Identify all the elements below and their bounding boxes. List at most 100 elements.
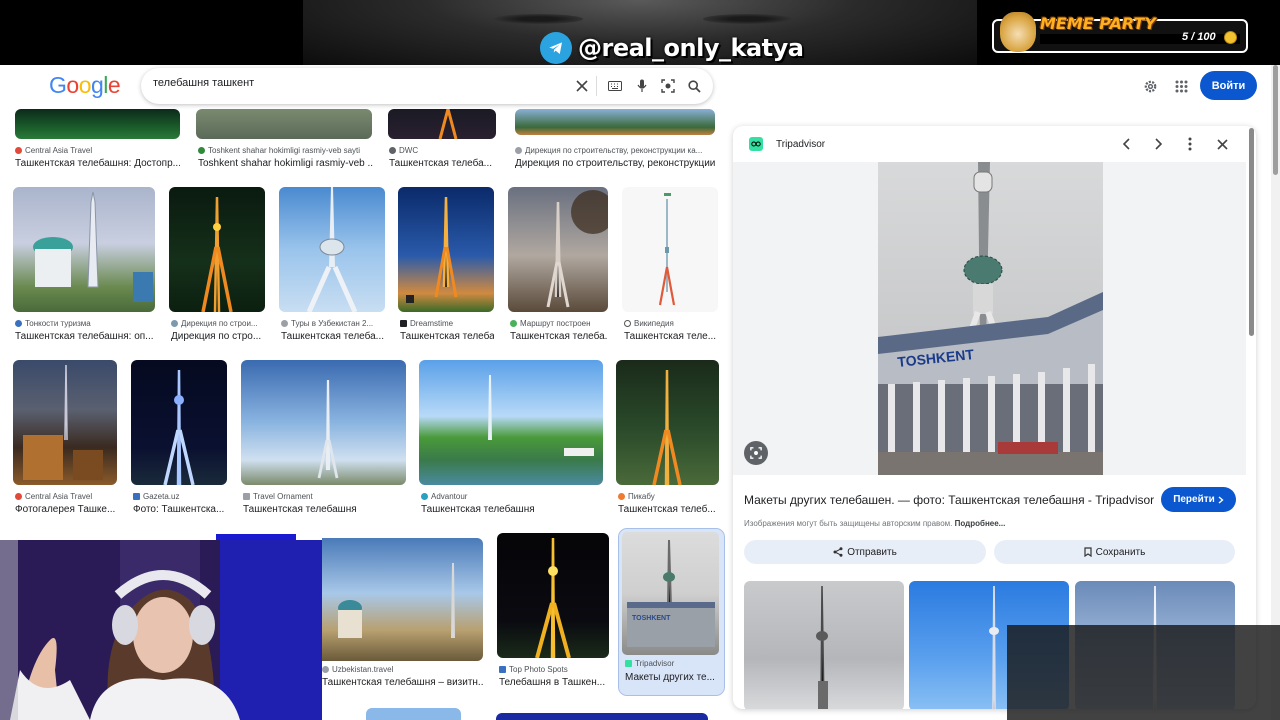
image-result[interactable] <box>419 360 603 485</box>
image-result[interactable] <box>15 109 180 139</box>
related-image[interactable] <box>744 581 904 709</box>
image-result[interactable] <box>196 109 372 139</box>
result-caption[interactable]: Toshkent shahar hokimligi rasmiy-veb ... <box>198 158 374 169</box>
goto-button[interactable]: Перейти <box>1161 487 1236 512</box>
result-caption[interactable]: Ташкентская телебашня <box>421 504 603 515</box>
result-source[interactable]: Gazeta.uz <box>133 492 227 501</box>
dark-overlay <box>1007 625 1280 720</box>
logo-letter: o <box>66 72 79 98</box>
result-source[interactable]: Advantour <box>421 492 603 501</box>
image-result[interactable] <box>13 187 155 312</box>
result-source[interactable]: Dreamstime <box>400 319 494 328</box>
result-source[interactable]: Маршрут построен <box>510 319 610 328</box>
result-caption[interactable]: Ташкентская телебашня – визитн... <box>322 677 483 688</box>
result-source[interactable]: Central Asia Travel <box>15 146 180 155</box>
chevron-right-icon[interactable] <box>1149 135 1167 153</box>
result-source[interactable]: Travel Ornament <box>243 492 406 501</box>
apps-icon[interactable] <box>1172 77 1190 95</box>
search-divider <box>596 76 597 96</box>
clear-icon[interactable] <box>573 77 591 95</box>
coin-icon <box>1224 31 1237 44</box>
image-result[interactable] <box>496 713 708 720</box>
lens-search-button[interactable] <box>744 441 768 465</box>
result-caption[interactable]: Фото: Ташкентска... <box>133 504 227 515</box>
chevron-right-icon <box>1218 495 1224 504</box>
keyboard-icon[interactable] <box>606 77 624 95</box>
result-source[interactable]: Пикабу <box>618 492 719 501</box>
result-caption[interactable]: Ташкентская телебашня: оп... <box>15 331 155 342</box>
result-caption[interactable]: Ташкентская телеба... <box>281 331 385 342</box>
copyright-notice: Изображения могут быть защищены авторски… <box>744 519 1005 528</box>
result-caption[interactable]: Ташкентская телебашня: Достопр... <box>15 158 180 169</box>
google-logo[interactable]: Google <box>49 72 121 99</box>
panel-title[interactable]: Макеты других телебашен. — фото: Ташкент… <box>744 493 1154 507</box>
result-source[interactable]: Top Photo Spots <box>499 665 609 674</box>
result-source[interactable]: Туры в Узбекистан 2... <box>281 319 385 328</box>
microphone-icon[interactable] <box>633 77 651 95</box>
image-result[interactable] <box>398 187 494 312</box>
save-button[interactable]: Сохранить <box>994 540 1235 564</box>
telegram-handle: @real_only_katya <box>540 32 804 64</box>
settings-icon[interactable] <box>1141 77 1159 95</box>
logo-letter: o <box>78 72 92 98</box>
result-source[interactable]: Википедия <box>624 319 718 328</box>
image-result[interactable] <box>497 533 609 658</box>
result-caption[interactable]: Ташкентская телеба... <box>510 331 608 342</box>
image-result[interactable] <box>279 187 385 312</box>
image-result[interactable] <box>508 187 608 312</box>
page-scrollbar-thumb[interactable] <box>1273 65 1278 175</box>
result-source[interactable]: Дирекция по строи... <box>171 319 265 328</box>
svg-text:TOSHKENT: TOSHKENT <box>632 615 671 622</box>
image-result[interactable] <box>131 360 227 485</box>
copyright-more-link[interactable]: Подробнее... <box>955 519 1006 528</box>
panel-source[interactable]: Tripadvisor <box>749 137 825 151</box>
save-label: Сохранить <box>1095 546 1146 558</box>
image-result[interactable] <box>366 708 461 720</box>
banner-eye-left <box>493 14 583 24</box>
result-source[interactable]: Tripadvisor <box>625 659 721 668</box>
preview-image[interactable]: TOSHKENT <box>878 162 1103 475</box>
image-result[interactable] <box>13 360 117 485</box>
signin-button[interactable]: Войти <box>1200 71 1257 100</box>
chevron-left-icon[interactable] <box>1117 135 1135 153</box>
panel-source-name: Tripadvisor <box>776 138 826 150</box>
image-result-selected[interactable]: TOSHKENT Tripadvisor Макеты других те... <box>618 528 725 696</box>
share-label: Отправить <box>847 546 897 558</box>
result-source[interactable]: Дирекция по строительству, реконструкции… <box>515 146 715 155</box>
result-caption[interactable]: Ташкентская телебашня <box>243 504 406 515</box>
close-icon[interactable] <box>1213 135 1231 153</box>
image-result[interactable] <box>388 109 496 139</box>
share-button[interactable]: Отправить <box>744 540 986 564</box>
result-caption[interactable]: Ташкентская телеба... <box>400 331 494 342</box>
copyright-text: Изображения могут быть защищены авторски… <box>744 519 953 528</box>
result-caption[interactable]: Телебашня в Ташкен... <box>499 677 609 688</box>
logo-letter: g <box>90 72 104 98</box>
image-result[interactable] <box>616 360 719 485</box>
result-source[interactable]: Central Asia Travel <box>15 492 119 501</box>
image-result[interactable] <box>322 538 483 661</box>
result-caption[interactable]: Ташкентская теле... <box>624 331 718 342</box>
more-vert-icon[interactable] <box>1181 135 1199 153</box>
result-caption[interactable]: Макеты других те... <box>625 672 721 683</box>
logo-letter: e <box>107 72 121 98</box>
result-caption[interactable]: Фотогалерея Ташке... <box>15 504 117 515</box>
image-result[interactable] <box>515 109 715 135</box>
image-result[interactable] <box>169 187 265 312</box>
search-input[interactable] <box>153 77 563 89</box>
result-source[interactable]: Uzbekistan.travel <box>322 665 483 674</box>
result-source[interactable]: Toshkent shahar hokimligi rasmiy-veb say… <box>198 146 374 155</box>
panel-scrollbar[interactable] <box>1249 128 1254 336</box>
result-caption[interactable]: Дирекция по стро... <box>171 331 265 342</box>
result-caption[interactable]: Дирекция по строительству, реконструкции… <box>515 158 715 169</box>
result-caption[interactable]: Ташкентская телеб... <box>618 504 719 515</box>
image-result[interactable] <box>241 360 406 485</box>
result-source[interactable]: DWC <box>389 146 497 155</box>
search-icon[interactable] <box>685 77 703 95</box>
image-result[interactable] <box>622 187 718 312</box>
image-preview-panel: Tripadvisor TOSHKENT Макеты других телеб… <box>733 126 1256 709</box>
webcam-overlay <box>0 540 322 720</box>
lens-icon[interactable] <box>659 77 677 95</box>
google-header: Google Войти <box>0 65 1280 109</box>
result-source[interactable]: Тонкости туризма <box>15 319 157 328</box>
result-caption[interactable]: Ташкентская телеба... <box>389 158 497 169</box>
